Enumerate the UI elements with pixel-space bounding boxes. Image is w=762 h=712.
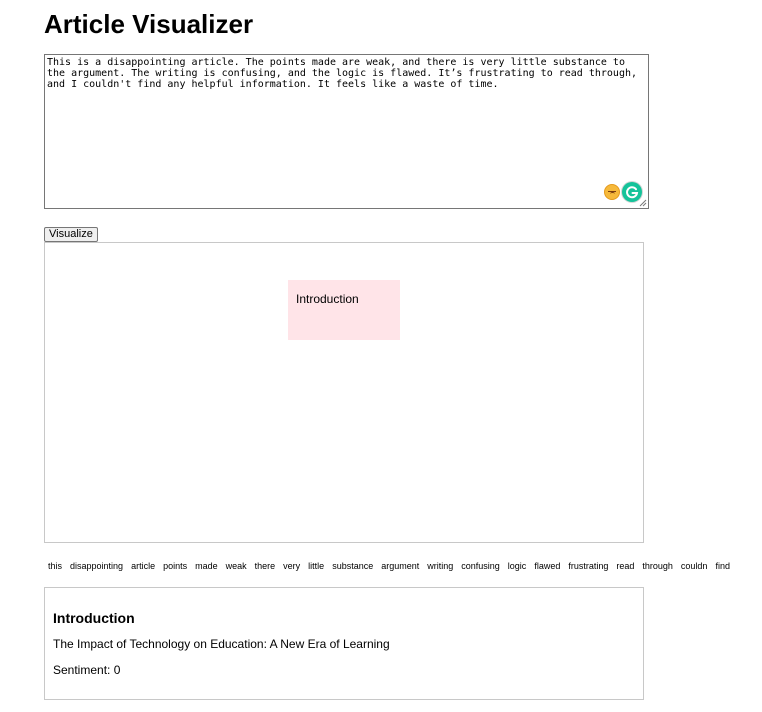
keyword-item[interactable]: weak	[222, 560, 251, 574]
visualize-button[interactable]: Visualize	[44, 227, 98, 242]
keyword-item[interactable]: substance	[328, 560, 377, 574]
keyword-item[interactable]: this	[44, 560, 66, 574]
keyword-item[interactable]: couldn	[677, 560, 712, 574]
details-heading: Introduction	[53, 610, 135, 626]
keyword-item[interactable]: argument	[377, 560, 423, 574]
keyword-item[interactable]: find	[711, 560, 734, 574]
section-details-panel: Introduction The Impact of Technology on…	[44, 587, 644, 700]
keyword-item[interactable]: logic	[504, 560, 531, 574]
keyword-item[interactable]: article	[127, 560, 159, 574]
keyword-item[interactable]: confusing	[457, 560, 504, 574]
section-node-introduction[interactable]: Introduction	[288, 280, 400, 340]
details-sentiment: Sentiment: 0	[53, 663, 121, 677]
page-title: Article Visualizer	[44, 9, 254, 39]
keyword-list: this disappointing article points made weak th…	[44, 560, 734, 574]
keyword-item[interactable]: made	[191, 560, 222, 574]
keyword-item[interactable]: points	[159, 560, 191, 574]
keyword-item[interactable]: flawed	[530, 560, 564, 574]
article-input-container	[44, 54, 649, 209]
details-text: The Impact of Technology on Education: A…	[53, 637, 390, 651]
keyword-item[interactable]: very	[279, 560, 304, 574]
keyword-item[interactable]: through	[638, 560, 677, 574]
keyword-item[interactable]: writing	[423, 560, 457, 574]
resize-grip-icon[interactable]	[639, 199, 647, 207]
keyword-item[interactable]: frustrating	[564, 560, 612, 574]
sad-face-icon[interactable]	[604, 184, 620, 200]
keyword-item[interactable]: little	[304, 560, 328, 574]
keyword-item[interactable]: disappointing	[66, 560, 127, 574]
keyword-item[interactable]: there	[251, 560, 280, 574]
visualization-canvas: Introduction	[44, 242, 644, 543]
keyword-item[interactable]: read	[612, 560, 638, 574]
article-input[interactable]	[45, 55, 648, 208]
